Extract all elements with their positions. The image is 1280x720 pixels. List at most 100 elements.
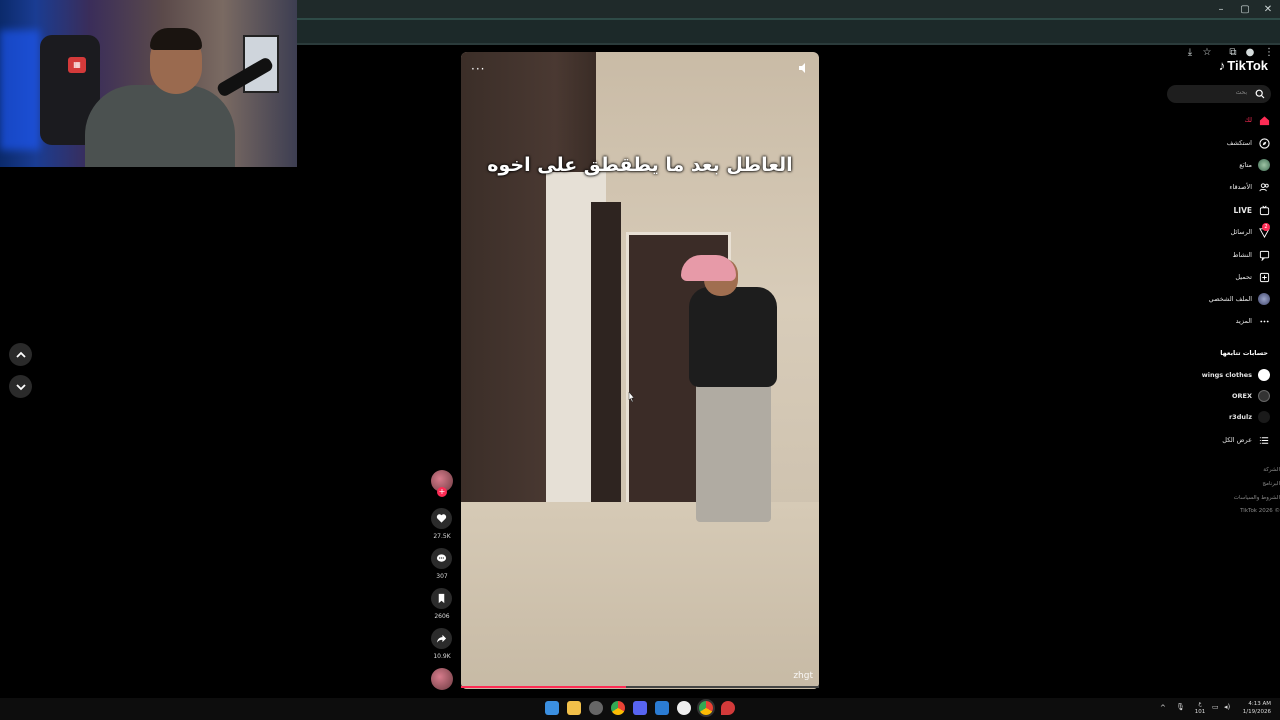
nav-messages[interactable]: 2 الرسائل xyxy=(1230,223,1270,241)
following-section-title: حسابات تتابعها xyxy=(1220,349,1268,357)
account-avatar xyxy=(1258,411,1270,423)
close-button[interactable]: ✕ xyxy=(1259,4,1277,15)
following-account-item[interactable]: wings clothes xyxy=(1202,366,1270,384)
nav-more[interactable]: المزيد xyxy=(1236,312,1270,330)
video-progress-bar[interactable] xyxy=(461,686,819,688)
nav-activity[interactable]: النشاط xyxy=(1232,246,1270,264)
nav-label-messages: الرسائل xyxy=(1230,228,1252,236)
nav-friends[interactable]: الأصدقاء xyxy=(1229,178,1270,196)
chevron-down-icon xyxy=(15,383,26,390)
bookmark-icon xyxy=(438,593,445,604)
maximize-button[interactable]: ▢ xyxy=(1236,4,1254,15)
nav-upload[interactable]: تحميل xyxy=(1235,268,1270,286)
footer-copyright: © 2026 TikTok xyxy=(1240,508,1280,514)
video-scene-floor xyxy=(461,502,819,689)
nav-label-live: LIVE xyxy=(1233,205,1253,215)
discord-icon[interactable] xyxy=(633,701,647,715)
clock-time[interactable]: 4:13 AM xyxy=(1236,701,1271,707)
next-video-button[interactable] xyxy=(9,375,32,398)
like-count: 27.5K xyxy=(433,533,451,540)
obs-icon[interactable] xyxy=(677,701,691,715)
tray-overflow-icon[interactable]: ^ xyxy=(1160,704,1166,712)
see-all-button[interactable]: عرض الكل xyxy=(1222,431,1270,449)
nav-label-upload: تحميل xyxy=(1235,273,1252,281)
save-count: 2606 xyxy=(434,613,450,620)
video-player[interactable]: العاطل بعد ما يطقطق على اخوه ··· zhgt xyxy=(461,52,819,689)
tiktok-logo[interactable]: ♪ TikTok xyxy=(1219,58,1268,73)
like-button[interactable] xyxy=(431,508,452,529)
list-icon xyxy=(1258,434,1270,446)
messages-icon: 2 xyxy=(1258,223,1270,238)
search-input[interactable]: بحث xyxy=(1167,85,1271,103)
chrome-icon[interactable] xyxy=(611,701,625,715)
app-red-icon[interactable] xyxy=(721,701,735,715)
network-icon[interactable]: ▭ xyxy=(1212,703,1219,711)
home-icon xyxy=(1258,114,1270,126)
friends-icon xyxy=(1258,181,1270,193)
nav-label-for-you: لك xyxy=(1244,116,1252,124)
upload-icon xyxy=(1258,271,1270,283)
windows-taskbar: ^ 🎙 ع 101 ▭ ◂) 4:13 AM 1/19/2026 xyxy=(0,698,1280,720)
more-icon xyxy=(1258,315,1270,327)
clock-date[interactable]: 1/19/2026 xyxy=(1236,709,1271,715)
previous-video-button[interactable] xyxy=(9,343,32,366)
tiktok-sidebar: ♪ TikTok بحث لك استكشف متابَع الأصدقاء L… xyxy=(1160,50,1280,520)
nav-label-activity: النشاط xyxy=(1232,251,1252,259)
compass-icon xyxy=(1258,137,1270,149)
share-icon xyxy=(436,634,447,643)
minimize-button[interactable]: – xyxy=(1212,4,1230,15)
volume-tray-icon[interactable]: ◂) xyxy=(1224,703,1230,711)
nav-label-friends: الأصدقاء xyxy=(1229,183,1252,191)
tiktok-note-icon: ♪ xyxy=(1218,58,1226,73)
nav-label-explore: استكشف xyxy=(1226,139,1252,147)
streamer-body xyxy=(85,85,235,167)
comment-icon xyxy=(436,554,447,562)
chrome-active-icon[interactable] xyxy=(699,701,713,715)
video-watermark: zhgt xyxy=(793,671,813,681)
avatar-icon xyxy=(1258,159,1270,171)
streamer-hair xyxy=(150,28,202,50)
search-icon[interactable] xyxy=(1255,89,1265,99)
microphone-icon[interactable]: 🎙 xyxy=(1176,703,1185,711)
nav-explore[interactable]: استكشف xyxy=(1227,134,1270,152)
language-indicator[interactable]: ع xyxy=(1196,701,1204,707)
nav-profile[interactable]: الملف الشخصي xyxy=(1209,290,1270,308)
account-avatar xyxy=(1258,369,1270,381)
following-account-item[interactable]: r3dulz xyxy=(1229,408,1270,426)
nav-for-you[interactable]: لك xyxy=(1245,111,1270,129)
video-progress-fill xyxy=(461,686,626,688)
footer-link-terms[interactable]: الشروط والسياسات xyxy=(1234,495,1280,501)
follow-plus-icon[interactable]: + xyxy=(437,487,447,497)
chair-logo: ▦ xyxy=(68,57,86,73)
nav-following[interactable]: متابَع xyxy=(1239,156,1270,174)
more-options-icon[interactable]: ··· xyxy=(471,62,485,76)
account-name: OREX xyxy=(1232,392,1252,400)
comment-button[interactable] xyxy=(431,548,452,569)
video-scene-door-panel xyxy=(591,202,621,532)
messages-badge: 2 xyxy=(1262,223,1270,231)
footer-link-company[interactable]: الشركة xyxy=(1263,467,1280,473)
file-explorer-icon[interactable] xyxy=(567,701,581,715)
nav-label-more: المزيد xyxy=(1235,317,1252,325)
music-disc-icon[interactable] xyxy=(431,668,453,690)
nav-label-profile: الملف الشخصي xyxy=(1208,295,1252,303)
nav-live[interactable]: LIVE xyxy=(1234,201,1271,219)
profile-avatar-icon xyxy=(1258,293,1270,305)
hand-cursor-icon xyxy=(628,392,634,402)
see-all-label: عرض الكل xyxy=(1222,436,1252,444)
footer-link-program[interactable]: البرنامج xyxy=(1262,481,1280,487)
language-sub: 101 xyxy=(1194,709,1206,715)
volume-icon[interactable] xyxy=(797,62,809,74)
account-name: wings clothes xyxy=(1201,371,1252,379)
led-light xyxy=(0,30,40,150)
account-avatar xyxy=(1258,390,1270,402)
video-caption: العاطل بعد ما يطقطق على اخوه xyxy=(487,154,793,176)
heart-icon xyxy=(436,514,447,523)
save-button[interactable] xyxy=(431,588,452,609)
following-account-item[interactable]: OREX xyxy=(1232,387,1270,405)
start-icon[interactable] xyxy=(545,701,559,715)
comment-count: 307 xyxy=(436,573,448,580)
app-icon[interactable] xyxy=(589,701,603,715)
share-button[interactable] xyxy=(431,628,452,649)
mail-icon[interactable] xyxy=(655,701,669,715)
